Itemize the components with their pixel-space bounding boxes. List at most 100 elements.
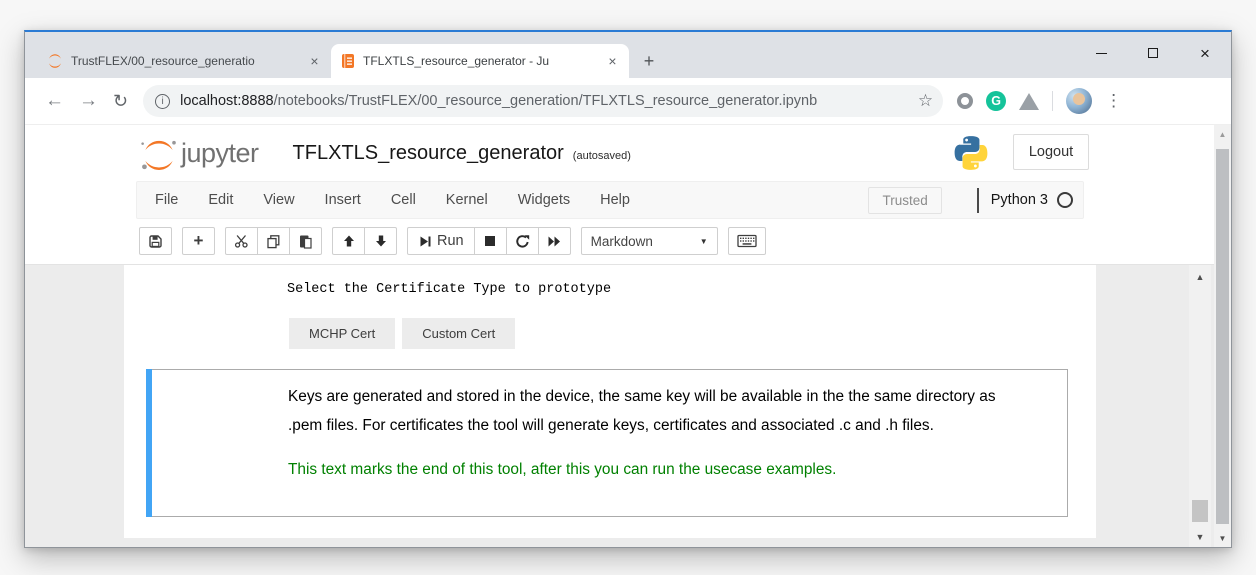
menu-insert[interactable]: Insert [310, 192, 376, 208]
notebook-scrollbar-thumb[interactable] [1192, 500, 1208, 522]
profile-avatar[interactable] [1066, 88, 1092, 114]
minimize-icon [1096, 53, 1107, 54]
save-button[interactable] [139, 227, 172, 255]
move-cell-up-button[interactable] [332, 227, 365, 255]
page-info-icon[interactable]: i [155, 94, 170, 109]
back-icon[interactable]: ← [45, 90, 64, 112]
move-group [332, 227, 397, 255]
arrow-up-icon [342, 234, 356, 248]
menu-edit[interactable]: Edit [193, 192, 248, 208]
run-button[interactable]: Run [407, 227, 475, 255]
copy-icon [266, 234, 281, 249]
tab-strip: TrustFLEX/00_resource_generatio × TFLXTL… [37, 44, 663, 78]
edit-group [225, 227, 322, 255]
minimize-button[interactable] [1075, 32, 1127, 74]
notebook-menubar: File Edit View Insert Cell Kernel Widget… [136, 181, 1084, 219]
add-cell-button[interactable]: + [182, 227, 215, 255]
command-palette-button[interactable] [728, 227, 766, 255]
copy-button[interactable] [257, 227, 290, 255]
stop-icon [484, 235, 496, 247]
paste-button[interactable] [289, 227, 322, 255]
url-path: /notebooks/TrustFLEX/00_resource_generat… [274, 93, 818, 109]
window-controls: × [1075, 32, 1231, 74]
tab-trustflex[interactable]: TrustFLEX/00_resource_generatio × [37, 44, 331, 78]
notebook-scrollbar[interactable]: ▲ ▼ [1189, 265, 1211, 547]
keyboard-icon [737, 234, 757, 248]
chevron-down-icon: ▼ [700, 237, 708, 246]
jupyter-brand[interactable]: jupyter [181, 138, 259, 169]
drive-offline-icon[interactable] [1019, 93, 1039, 110]
jupyter-logo-icon[interactable] [139, 138, 179, 172]
run-label: Run [437, 233, 464, 249]
browser-titlebar: TrustFLEX/00_resource_generatio × TFLXTL… [25, 32, 1231, 78]
page-viewport: jupyter TFLXTLS_resource_generator (auto… [25, 125, 1231, 547]
close-button[interactable]: × [1179, 32, 1231, 74]
kernel-status-area: Trusted Python 3 [868, 187, 1077, 214]
extension-ring-icon[interactable] [957, 93, 973, 109]
run-icon [418, 235, 432, 248]
kernel-divider [977, 188, 979, 213]
menu-help[interactable]: Help [585, 192, 645, 208]
selected-cell-indicator [146, 369, 152, 517]
kernel-idle-icon [1057, 192, 1073, 208]
restart-run-all-button[interactable] [538, 227, 571, 255]
restart-icon [515, 234, 530, 249]
scroll-up-icon[interactable]: ▲ [1214, 130, 1231, 139]
bookmark-star-icon[interactable]: ☆ [918, 91, 933, 111]
restart-kernel-button[interactable] [506, 227, 539, 255]
python-logo-icon [952, 134, 990, 172]
maximize-icon [1148, 48, 1158, 58]
browser-window: TrustFLEX/00_resource_generatio × TFLXTL… [24, 30, 1232, 548]
move-cell-down-button[interactable] [364, 227, 397, 255]
cut-icon [234, 234, 249, 248]
new-tab-button[interactable]: + [635, 47, 663, 75]
extension-area: G ⋮ [957, 88, 1126, 114]
kernel-name: Python 3 [991, 192, 1048, 208]
scroll-down-icon[interactable]: ▼ [1189, 532, 1211, 542]
cell-output-text: Select the Certificate Type to prototype [287, 282, 1096, 297]
cut-button[interactable] [225, 227, 258, 255]
forward-icon[interactable]: → [79, 90, 98, 112]
jupyter-favicon-icon [47, 53, 63, 69]
menu-view[interactable]: View [248, 192, 309, 208]
tab-close-icon[interactable]: × [306, 53, 323, 70]
notebook-container: Select the Certificate Type to prototype… [124, 265, 1096, 538]
scroll-down-icon[interactable]: ▼ [1214, 534, 1231, 543]
browser-scrollbar[interactable]: ▲ ▼ [1214, 125, 1231, 547]
browser-menu-icon[interactable]: ⋮ [1105, 91, 1122, 111]
cell-type-value: Markdown [591, 234, 653, 249]
markdown-paragraph: Keys are generated and stored in the dev… [288, 382, 1026, 440]
reload-icon[interactable]: ↻ [113, 91, 128, 112]
arrow-down-icon [374, 234, 388, 248]
nav-buttons: ← → ↻ [45, 90, 128, 112]
menu-cell[interactable]: Cell [376, 192, 431, 208]
mchp-cert-button[interactable]: MCHP Cert [289, 318, 395, 349]
widget-button-row: MCHP Cert Custom Cert [289, 318, 1096, 349]
tab-close-icon[interactable]: × [604, 53, 621, 70]
desktop: TrustFLEX/00_resource_generatio × TFLXTL… [0, 0, 1256, 575]
notebook-file-icon [341, 53, 355, 69]
logout-button[interactable]: Logout [1013, 134, 1089, 170]
markdown-green-note: This text marks the end of this tool, af… [288, 455, 1026, 484]
cell-type-dropdown[interactable]: Markdown ▼ [581, 227, 718, 255]
notebook-title[interactable]: TFLXTLS_resource_generator [293, 142, 564, 165]
trusted-button[interactable]: Trusted [868, 187, 941, 214]
interrupt-kernel-button[interactable] [474, 227, 507, 255]
grammarly-icon[interactable]: G [986, 91, 1006, 111]
autosave-status: (autosaved) [573, 150, 631, 162]
browser-scrollbar-thumb[interactable] [1216, 149, 1229, 524]
toolbar-divider [1052, 91, 1053, 111]
brand-row: jupyter TFLXTLS_resource_generator (auto… [25, 125, 1214, 181]
menu-file[interactable]: File [140, 192, 193, 208]
tab-notebook[interactable]: TFLXTLS_resource_generator - Ju × [331, 44, 629, 78]
address-bar[interactable]: i localhost:8888/notebooks/TrustFLEX/00_… [143, 85, 943, 117]
jupyter-header: jupyter TFLXTLS_resource_generator (auto… [25, 125, 1214, 265]
scroll-up-icon[interactable]: ▲ [1189, 272, 1211, 282]
markdown-cell-selected[interactable]: Keys are generated and stored in the dev… [146, 369, 1068, 517]
custom-cert-button[interactable]: Custom Cert [402, 318, 515, 349]
menu-widgets[interactable]: Widgets [503, 192, 585, 208]
url-host: localhost:8888 [180, 93, 274, 109]
notebook-site: Select the Certificate Type to prototype… [25, 265, 1214, 547]
menu-kernel[interactable]: Kernel [431, 192, 503, 208]
maximize-button[interactable] [1127, 32, 1179, 74]
